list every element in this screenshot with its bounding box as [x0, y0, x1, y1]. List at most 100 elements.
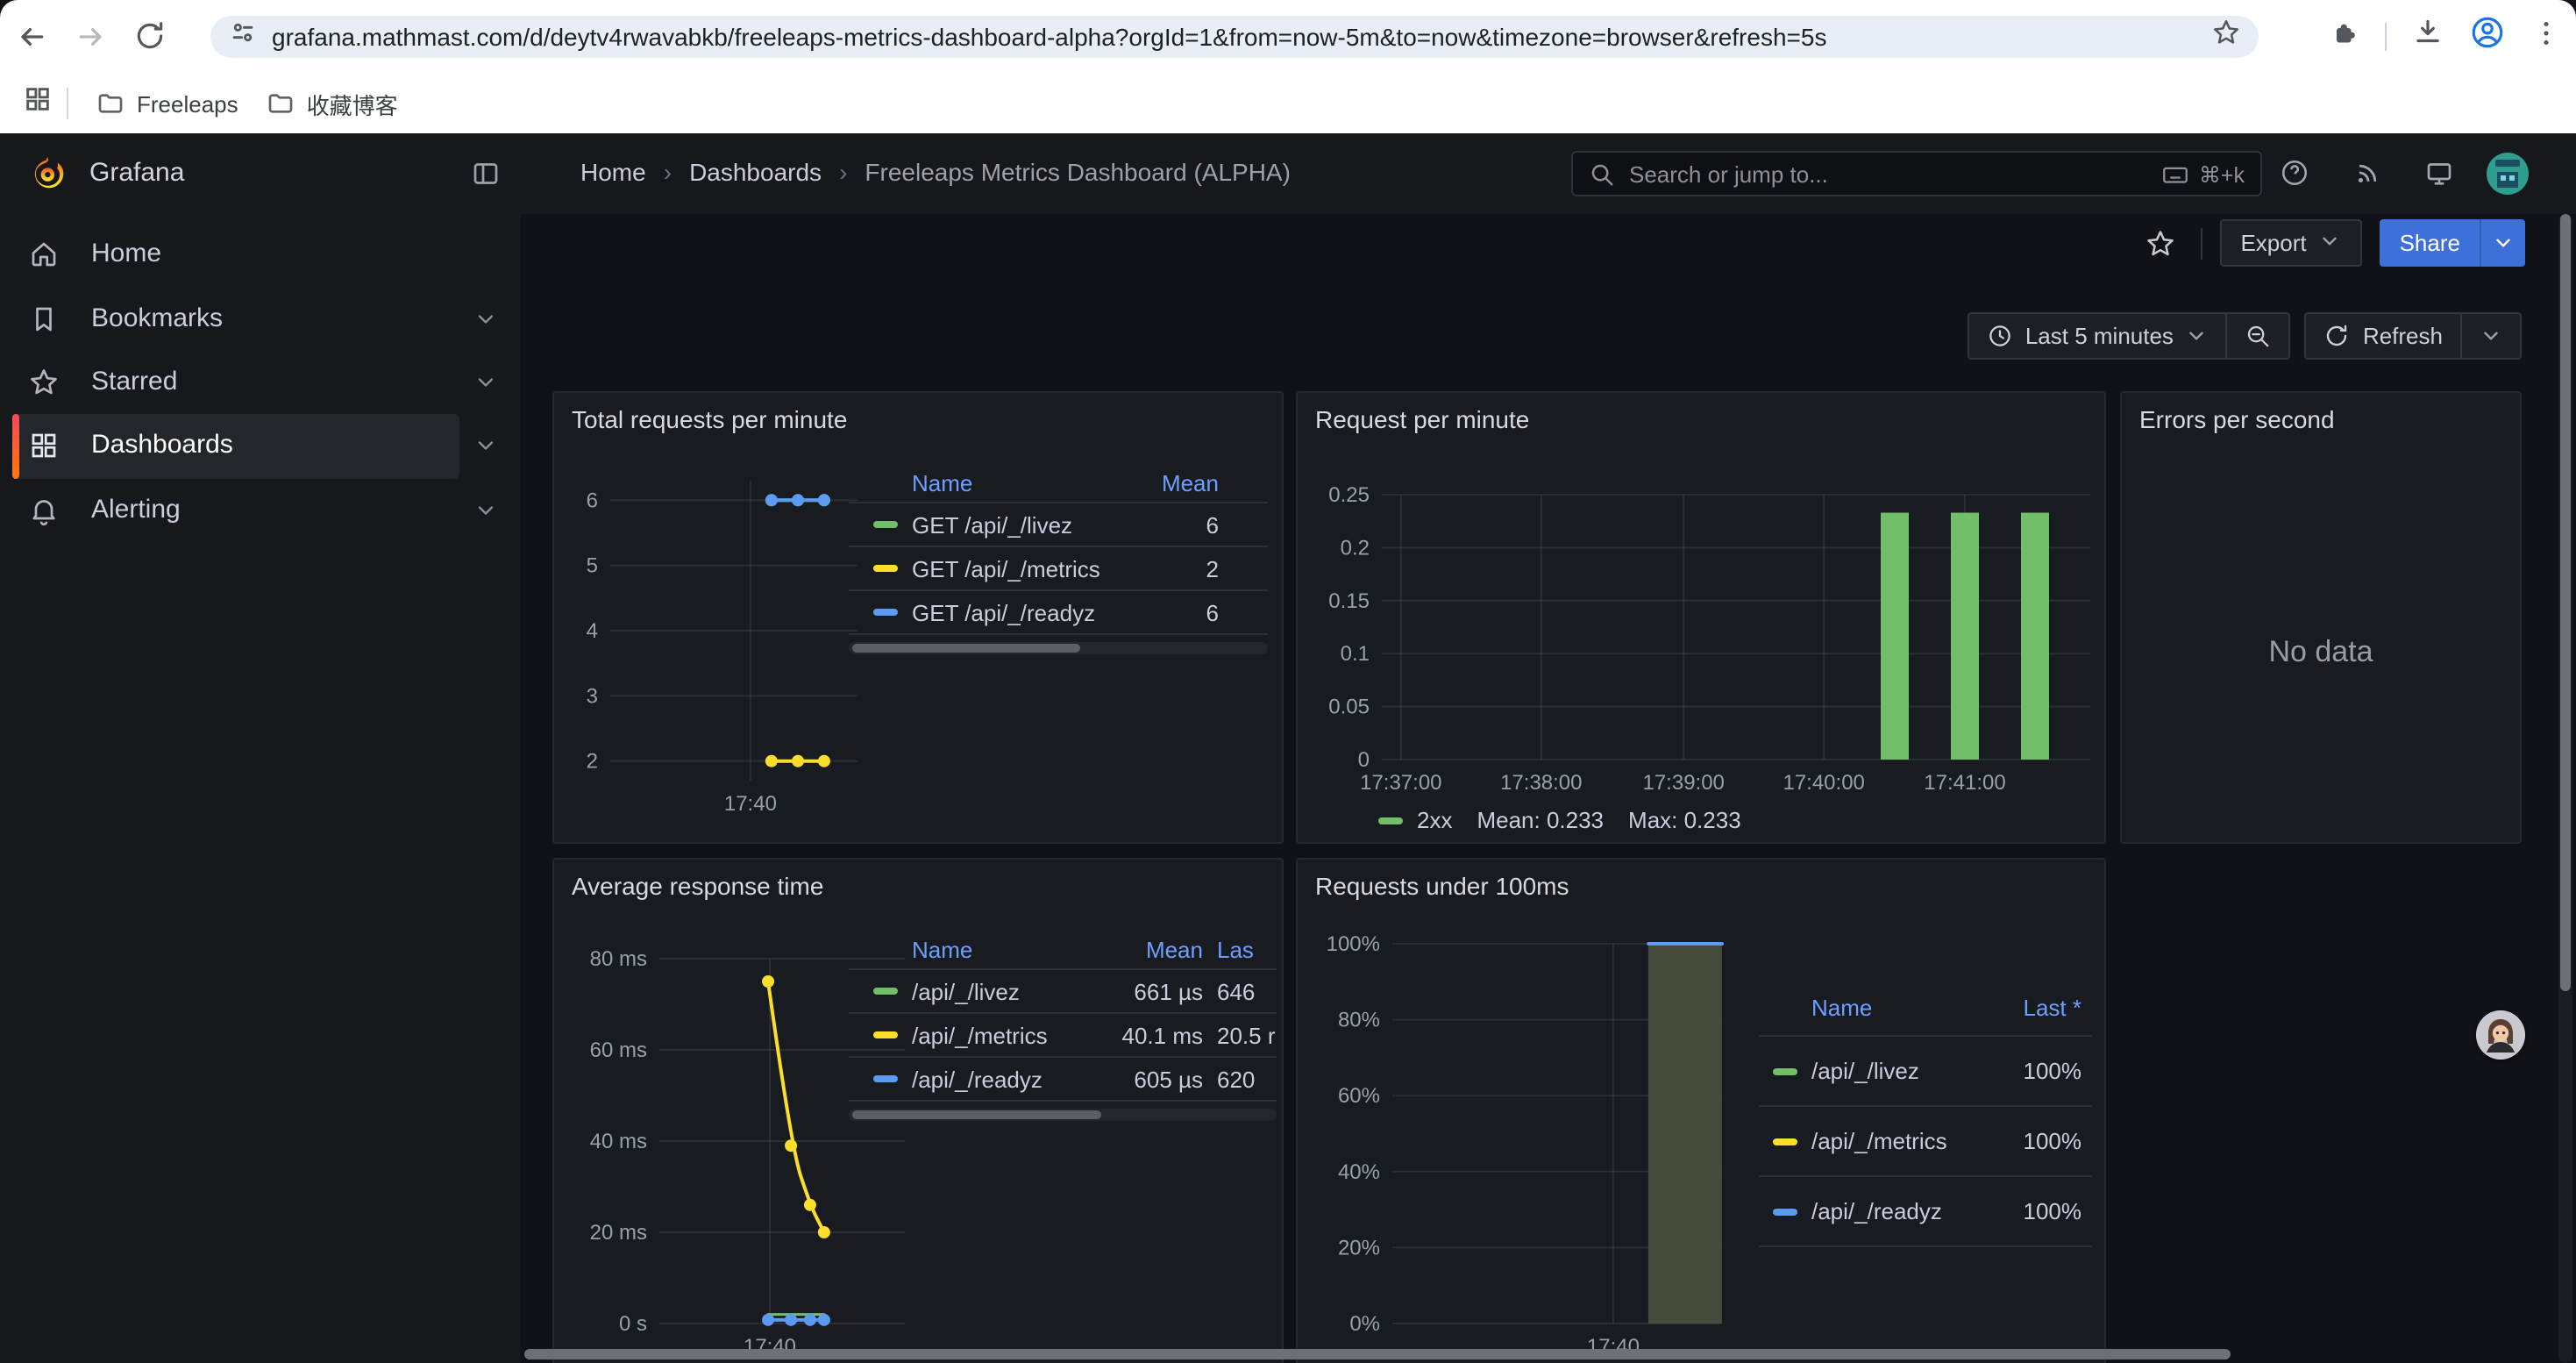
legend-series-name[interactable]: /api/_/livez: [912, 978, 1101, 1004]
search-input[interactable]: Search or jump to... ⌘+k: [1571, 151, 2262, 196]
svg-text:20 ms: 20 ms: [590, 1221, 647, 1245]
panel-total-requests: Total requests per minute 6543217:40 Nam…: [552, 391, 1284, 844]
bookmark-folder-label: Freeleaps: [137, 90, 238, 117]
export-button[interactable]: Export: [2219, 219, 2362, 267]
profile-icon[interactable]: [2469, 14, 2506, 60]
panel-title[interactable]: Total requests per minute: [572, 405, 847, 433]
chevron-down-icon[interactable]: [473, 370, 498, 403]
vertical-scrollbar[interactable]: [2558, 214, 2572, 1363]
series-color-dash: [873, 609, 898, 616]
sidebar-toggle-icon[interactable]: [470, 158, 502, 198]
sidebar-item-alerting[interactable]: Alerting: [0, 479, 521, 544]
active-highlight: [12, 414, 459, 479]
bookmarks-separator: [67, 88, 68, 119]
legend-scrollbar[interactable]: [849, 1109, 1277, 1121]
folder-icon: [96, 89, 125, 118]
legend-series-name[interactable]: GET /api/_/livez: [912, 511, 1121, 538]
sidebar-item-starred[interactable]: Starred: [0, 351, 521, 416]
refresh-button[interactable]: Refresh: [2307, 314, 2460, 358]
legend-series-name[interactable]: /api/_/metrics: [912, 1022, 1101, 1048]
legend-header[interactable]: Mean: [1101, 936, 1203, 962]
downloads-icon[interactable]: [2411, 16, 2444, 58]
share-menu-button[interactable]: [2480, 219, 2525, 267]
grafana-logo[interactable]: [28, 154, 67, 193]
star-icon: [28, 367, 60, 407]
help-icon[interactable]: [2280, 158, 2309, 196]
legend-value: 6: [1121, 599, 1219, 625]
legend-header[interactable]: Mean: [1121, 469, 1219, 496]
kiosk-monitor-icon[interactable]: [2423, 158, 2455, 198]
legend-series-name[interactable]: /api/_/readyz: [1811, 1198, 1980, 1224]
panel-title[interactable]: Average response time: [572, 872, 823, 900]
legend-series-name[interactable]: /api/_/readyz: [912, 1066, 1101, 1092]
svg-text:17:38:00: 17:38:00: [1500, 771, 1582, 795]
bookmark-folder-blogs[interactable]: 收藏博客: [253, 80, 412, 127]
sidebar-item-bookmarks[interactable]: Bookmarks: [0, 288, 521, 353]
url-bar[interactable]: grafana.mathmast.com/d/deytv4rwavabkb/fr…: [210, 16, 2259, 58]
sidebar-item-dashboards[interactable]: Dashboards: [0, 414, 521, 479]
time-controls: Last 5 minutes Refresh: [1968, 312, 2522, 360]
legend-series-name[interactable]: /api/_/livez: [1811, 1058, 1980, 1084]
svg-text:60 ms: 60 ms: [590, 1038, 647, 1062]
sidebar-item-label: Alerting: [91, 495, 181, 525]
user-avatar[interactable]: [2487, 153, 2529, 195]
legend-max: Max: 0.233: [1628, 807, 1741, 833]
time-range-picker[interactable]: Last 5 minutes: [1969, 314, 2226, 358]
svg-text:20%: 20%: [1338, 1236, 1380, 1260]
bookmark-icon: [28, 303, 60, 344]
bookmark-folder-freeleaps[interactable]: Freeleaps: [82, 82, 253, 125]
svg-text:60%: 60%: [1338, 1084, 1380, 1108]
chart-request-per-minute[interactable]: 0.250.20.150.10.05017:37:0017:38:0017:39…: [1312, 460, 2101, 810]
legend-header[interactable]: Name: [912, 469, 1121, 496]
zoom-out-icon: [2245, 323, 2272, 349]
legend-value: 20.5 r: [1203, 1022, 1277, 1048]
site-settings-icon[interactable]: [228, 18, 258, 56]
breadcrumb-dashboards[interactable]: Dashboards: [689, 158, 822, 186]
legend-series-name[interactable]: /api/_/metrics: [1811, 1128, 1980, 1154]
svg-text:5: 5: [587, 554, 598, 578]
sidebar-item-home[interactable]: Home: [0, 223, 521, 288]
favorite-star-button[interactable]: [2137, 220, 2182, 266]
breadcrumb-home[interactable]: Home: [580, 158, 646, 186]
zoom-out-button[interactable]: [2226, 314, 2289, 358]
reload-button[interactable]: [133, 19, 168, 54]
bookmark-star-icon[interactable]: [2211, 18, 2241, 56]
svg-text:0.1: 0.1: [1341, 642, 1370, 666]
legend-header[interactable]: Name: [1811, 994, 1980, 1020]
series-color-dash: [1773, 1138, 1797, 1145]
panel-title[interactable]: Request per minute: [1315, 405, 1529, 433]
apps-grid-icon[interactable]: [23, 84, 53, 123]
horizontal-scrollbar[interactable]: [524, 1347, 2558, 1361]
clock-icon: [1987, 323, 2013, 349]
panel-title[interactable]: Requests under 100ms: [1315, 872, 1569, 900]
share-split-button: Share: [2380, 219, 2525, 267]
legend-series-name[interactable]: GET /api/_/metrics: [912, 555, 1121, 582]
dashboard-canvas: Export Share Last 5 minutes: [521, 214, 2576, 1363]
refresh-group: Refresh: [2305, 312, 2522, 360]
legend-scrollbar[interactable]: [849, 642, 1268, 654]
chart-total-requests[interactable]: 6543217:40: [568, 460, 866, 837]
chevron-down-icon[interactable]: [473, 433, 498, 467]
chevron-down-icon[interactable]: [473, 498, 498, 532]
panel-title[interactable]: Errors per second: [2139, 405, 2335, 433]
share-button[interactable]: Share: [2380, 219, 2480, 267]
news-rss-icon[interactable]: [2353, 158, 2383, 196]
home-icon: [28, 239, 60, 279]
refresh-interval-button[interactable]: [2460, 314, 2520, 358]
menu-kebab-icon[interactable]: [2530, 17, 2562, 57]
chevron-down-icon[interactable]: [473, 307, 498, 340]
legend-header[interactable]: Name: [912, 936, 1101, 962]
sidebar: Home Bookmarks Starred Dashboards: [0, 214, 523, 1363]
forward-button[interactable]: [74, 19, 109, 54]
panel-request-per-minute: Request per minute 0.250.20.150.10.05017…: [1296, 391, 2106, 844]
back-button[interactable]: [14, 19, 49, 54]
series-color-dash: [1773, 1208, 1797, 1215]
legend-header[interactable]: Last *: [1980, 994, 2081, 1020]
legend-row: GET /api/_/readyz6: [849, 591, 1268, 635]
assistant-avatar[interactable]: [2476, 1010, 2525, 1060]
legend-series-name[interactable]: 2xx: [1417, 807, 1452, 833]
legend-header[interactable]: Las: [1203, 936, 1277, 962]
legend-value: 100%: [1980, 1198, 2081, 1224]
extensions-icon[interactable]: [2329, 17, 2360, 57]
legend-series-name[interactable]: GET /api/_/readyz: [912, 599, 1121, 625]
